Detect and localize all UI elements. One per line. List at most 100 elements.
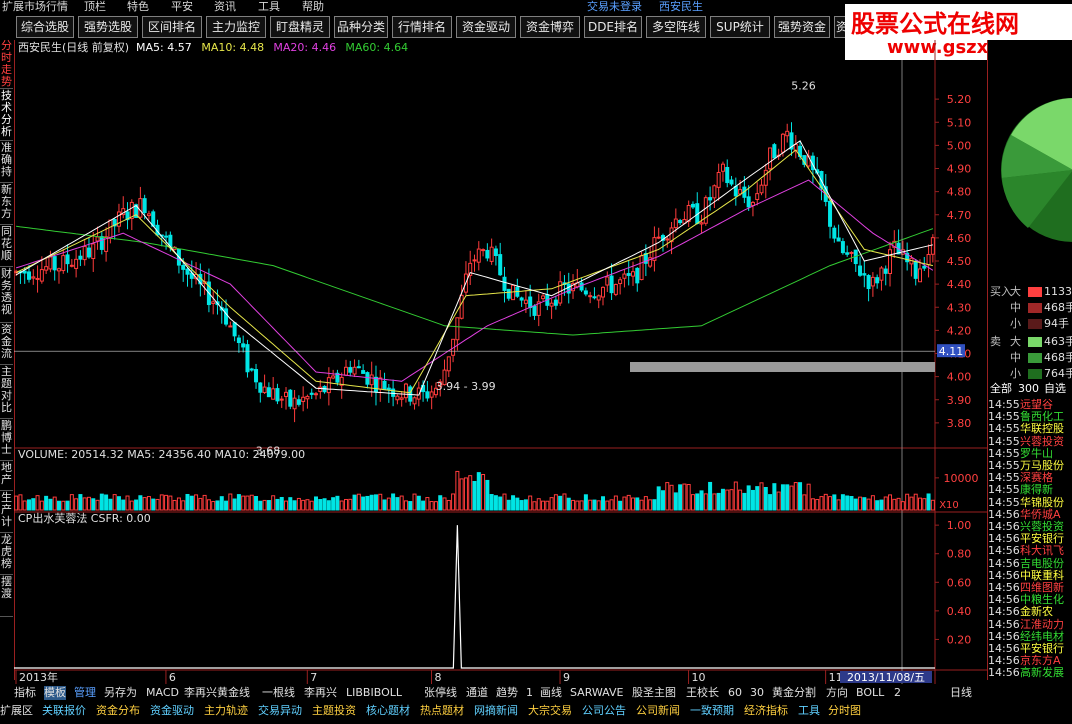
volume-bar: [733, 481, 738, 511]
tab-watch[interactable]: 盯盘精灵: [270, 16, 330, 38]
tab-category[interactable]: 品种分类: [334, 16, 388, 38]
bottom-tab[interactable]: 资金驱动: [150, 704, 194, 718]
vtab-xdf[interactable]: 新东方: [0, 184, 13, 225]
candle-body: [476, 248, 481, 263]
menu-item-pingan[interactable]: 平安: [171, 0, 193, 13]
quote-filter-all[interactable]: 全部: [990, 382, 1012, 396]
bottom-tab[interactable]: 一致预期: [690, 704, 734, 718]
bottom-tab[interactable]: 分时图: [828, 704, 861, 718]
formula-tab[interactable]: 另存为: [104, 686, 137, 700]
vtab-ferry[interactable]: 摆渡: [0, 576, 13, 617]
formula-tab[interactable]: 管理: [74, 686, 96, 700]
formula-tab[interactable]: 方向: [826, 686, 848, 700]
bottom-tab[interactable]: 工具: [798, 704, 820, 718]
tab-main-monitor[interactable]: 主力监控: [206, 16, 266, 38]
candle-body: [605, 276, 610, 286]
vtab-accurate[interactable]: 准确持: [0, 142, 13, 183]
tab-comprehensive[interactable]: 综合选股: [16, 16, 74, 38]
menu-item-news[interactable]: 资讯: [214, 0, 236, 13]
formula-tab[interactable]: 2: [894, 686, 901, 700]
formula-tab[interactable]: 趋势: [496, 686, 518, 700]
bottom-tab[interactable]: 经济指标: [744, 704, 788, 718]
formula-tab[interactable]: 1: [526, 686, 533, 700]
formula-tab[interactable]: 一根线: [262, 686, 295, 700]
quote-filter-watchlist[interactable]: 自选: [1044, 382, 1066, 396]
bottom-tab[interactable]: 主题投资: [312, 704, 356, 718]
candle-body: [236, 337, 241, 344]
bottom-tab[interactable]: 关联报价: [42, 704, 86, 718]
formula-tab[interactable]: 30: [750, 686, 764, 700]
bottom-tab[interactable]: 资金分布: [96, 704, 140, 718]
tab-strong[interactable]: 强势选股: [78, 16, 138, 38]
volume-tick-label: 10000: [944, 472, 979, 485]
tab-bull-bear[interactable]: 多空阵线: [646, 16, 706, 38]
vtab-production[interactable]: 生产计: [0, 492, 13, 533]
vtab-theme[interactable]: 主题对比: [0, 366, 13, 419]
trade-status[interactable]: 交易未登录: [587, 0, 642, 13]
tab-strong-fund[interactable]: 强势资金: [774, 16, 830, 38]
menu-item-help[interactable]: 帮助: [302, 0, 324, 13]
formula-tab[interactable]: 60: [728, 686, 742, 700]
tab-quote-rank[interactable]: 行情排名: [392, 16, 452, 38]
quote-list-header[interactable]: 全部 300 自选: [988, 382, 1072, 396]
formula-tab[interactable]: 李再兴黄金线: [184, 686, 250, 700]
candle-body: [258, 382, 263, 393]
tab-fund-game[interactable]: 资金博弈: [520, 16, 580, 38]
quote-filter-300[interactable]: 300: [1018, 382, 1039, 396]
vtab-ths[interactable]: 同花顺: [0, 226, 13, 267]
menu-item-tools[interactable]: 工具: [258, 0, 280, 13]
volume-bar: [254, 496, 259, 511]
formula-tab[interactable]: BOLL: [856, 686, 884, 700]
formula-tab[interactable]: 通道: [466, 686, 488, 700]
candle-body: [699, 222, 704, 225]
tab-range-rank[interactable]: 区间排名: [142, 16, 202, 38]
formula-tab[interactable]: 指标: [14, 686, 36, 700]
candle-body: [883, 268, 888, 274]
formula-tab[interactable]: SARWAVE: [570, 686, 623, 700]
tab-fund-drive[interactable]: 资金驱动: [456, 16, 516, 38]
volume-bar: [451, 493, 456, 511]
volume-bar: [361, 496, 366, 511]
formula-tab[interactable]: 模板: [44, 686, 66, 700]
formula-tab[interactable]: 张停线: [424, 686, 457, 700]
menu-item-ext-market[interactable]: 扩展市场行情: [2, 0, 68, 13]
formula-tab[interactable]: 王校长: [686, 686, 719, 700]
stock-chart-area[interactable]: 5.20 5.10 5.00 4.90 4.80 4.70 4.60 4.50 4.40 4.30…: [14, 40, 987, 684]
formula-tab[interactable]: 画线: [540, 686, 562, 700]
vtab-estate[interactable]: 地产: [0, 462, 13, 491]
formula-tab[interactable]: MACD: [146, 686, 179, 700]
bottom-tab[interactable]: 交易异动: [258, 704, 302, 718]
menu-item-feature[interactable]: 特色: [127, 0, 149, 13]
vtab-dragon[interactable]: 龙虎榜: [0, 534, 13, 575]
formula-tab[interactable]: 黄金分割: [772, 686, 816, 700]
volume-bar: [643, 496, 648, 511]
bottom-tab[interactable]: 公司新闻: [636, 704, 680, 718]
vtab-fund-flow[interactable]: 资金流: [0, 324, 13, 365]
menu-item-topbar[interactable]: 顶栏: [84, 0, 106, 13]
period-label[interactable]: 日线: [950, 686, 972, 700]
bottom-tab[interactable]: 主力轨迹: [204, 704, 248, 718]
volume-bar: [545, 500, 550, 511]
formula-tab[interactable]: 股圣主图: [632, 686, 676, 700]
tab-dde[interactable]: DDE排名: [584, 16, 642, 38]
volume-chart-title: VOLUME: 20514.32 MA5: 24356.40 MA10: 240…: [18, 448, 305, 461]
candle-body: [56, 268, 61, 272]
vtab-pbs[interactable]: 鹏博士: [0, 420, 13, 461]
bottom-tab[interactable]: 网摘新闻: [474, 704, 518, 718]
volume-bar: [695, 493, 700, 511]
bottom-tab[interactable]: 公司公告: [582, 704, 626, 718]
bottom-tab[interactable]: 大宗交易: [528, 704, 572, 718]
candle-body: [485, 249, 490, 259]
tab-sup[interactable]: SUP统计: [710, 16, 770, 38]
bottom-tab[interactable]: 热点题材: [420, 704, 464, 718]
volume-bar: [249, 494, 254, 511]
volume-bar: [476, 472, 481, 511]
vtab-timeshare[interactable]: 分时走势: [0, 40, 13, 89]
formula-tab[interactable]: LIBBIBOLL: [346, 686, 402, 700]
formula-tab[interactable]: 李再兴: [304, 686, 337, 700]
bottom-tab[interactable]: 核心题材: [366, 704, 410, 718]
quote-list-item[interactable]: 14:56 高新发展: [988, 666, 1072, 680]
vtab-finance[interactable]: 财务透视: [0, 268, 13, 323]
vtab-technical[interactable]: 技术分析: [0, 90, 13, 141]
bottom-tab[interactable]: 扩展区: [0, 704, 33, 718]
